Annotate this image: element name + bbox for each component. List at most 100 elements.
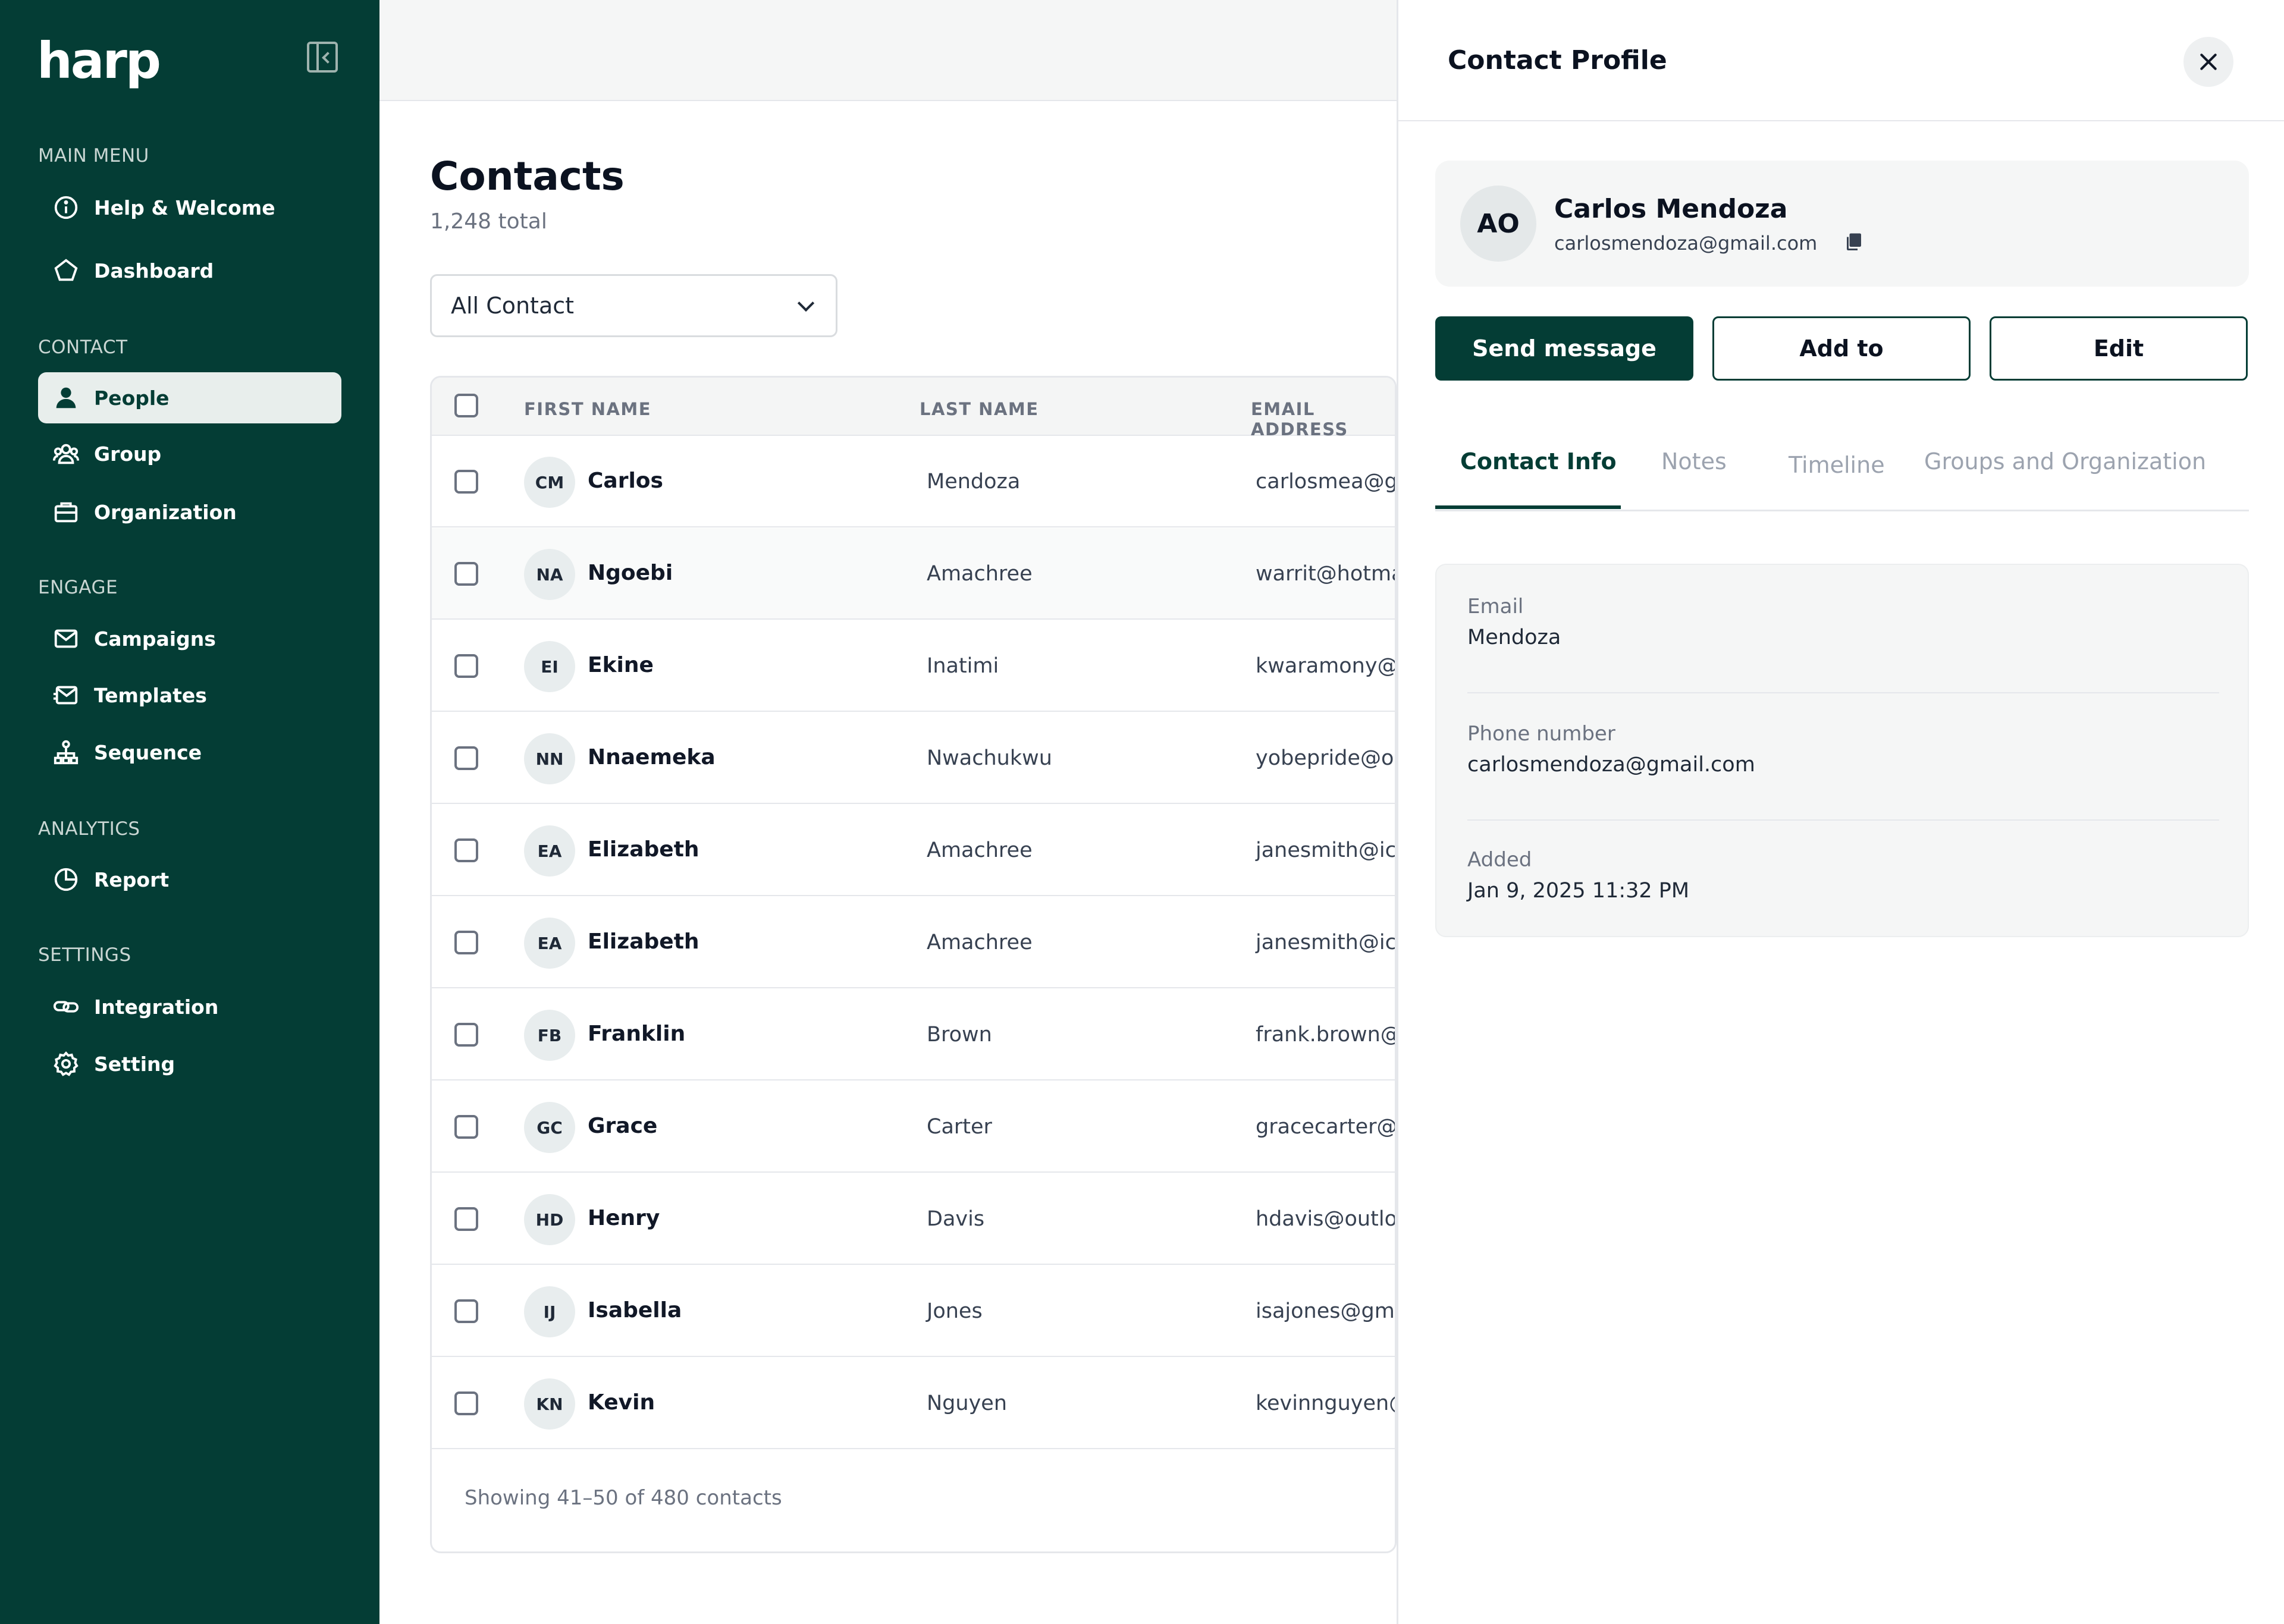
active-tab-indicator <box>1435 505 1621 509</box>
sidebar-item-campaigns[interactable]: Campaigns <box>38 613 341 664</box>
section-analytics: ANALYTICS <box>38 818 140 840</box>
info-label: Added <box>1467 848 1532 872</box>
cell-email: kevinnguyen@ <box>1256 1391 1397 1415</box>
profile-email: carlosmendoza@gmail.com <box>1554 232 1818 255</box>
avatar: EA <box>524 918 575 969</box>
cell-first-name: Henry <box>588 1206 660 1230</box>
table-row[interactable]: EA Elizabeth Amachree janesmith@iclo <box>432 805 1395 896</box>
column-email[interactable]: EMAIL ADDRESS <box>1251 399 1395 439</box>
cell-email: gracecarter@y <box>1256 1115 1397 1139</box>
send-message-button[interactable]: Send message <box>1435 316 1693 381</box>
table-row[interactable]: KN Kevin Nguyen kevinnguyen@ <box>432 1358 1395 1449</box>
table-header: FIRST NAME LAST NAME EMAIL ADDRESS <box>432 378 1395 439</box>
sidebar-item-label: Sequence <box>94 740 202 764</box>
copy-icon[interactable] <box>1843 231 1865 252</box>
cell-last-name: Amachree <box>927 931 1033 954</box>
harp-logo[interactable]: harp <box>37 36 161 86</box>
tab-contact-info[interactable]: Contact Info <box>1460 448 1617 475</box>
row-checkbox[interactable] <box>454 654 478 678</box>
tab-groups-organization[interactable]: Groups and Organization <box>1924 448 2206 475</box>
cell-first-name: Elizabeth <box>588 837 699 862</box>
avatar: EI <box>524 641 575 692</box>
table-row[interactable]: EA Elizabeth Amachree janesmith@iclo <box>432 897 1395 988</box>
sidebar-item-report[interactable]: Report <box>38 854 341 905</box>
row-checkbox[interactable] <box>454 746 478 770</box>
table-row[interactable]: FB Franklin Brown frank.brown@m <box>432 989 1395 1080</box>
cell-email: yobepride@ou <box>1256 746 1397 770</box>
column-last-name[interactable]: LAST NAME <box>920 399 1039 419</box>
table-row[interactable]: NN Nnaemeka Nwachukwu yobepride@ou <box>432 712 1395 804</box>
mail-icon <box>51 624 81 654</box>
cell-last-name: Carter <box>927 1115 992 1139</box>
row-checkbox[interactable] <box>454 1391 478 1415</box>
tab-notes[interactable]: Notes <box>1661 448 1727 475</box>
collapse-sidebar-icon[interactable] <box>307 42 338 73</box>
row-checkbox[interactable] <box>454 1023 478 1047</box>
table-row[interactable]: NA Ngoebi Amachree warrit@hotmai <box>432 528 1395 620</box>
profile-name: Carlos Mendoza <box>1554 194 1788 224</box>
sidebar-item-setting[interactable]: Setting <box>38 1038 341 1089</box>
sidebar-item-organization[interactable]: Organization <box>38 486 341 538</box>
link-icon <box>51 992 81 1022</box>
sidebar-item-people[interactable]: People <box>38 372 341 423</box>
row-checkbox[interactable] <box>454 1207 478 1231</box>
info-icon <box>51 193 81 222</box>
table-row[interactable]: EI Ekine Inatimi kwaramony@y <box>432 620 1395 712</box>
table-row[interactable]: IJ Isabella Jones isajones@gma <box>432 1265 1395 1357</box>
select-all-checkbox[interactable] <box>454 394 478 417</box>
edit-button[interactable]: Edit <box>1990 316 2248 381</box>
info-phone: Phone number carlosmendoza@gmail.com <box>1467 722 2219 821</box>
cell-first-name: Ngoebi <box>588 561 673 585</box>
info-label: Email <box>1467 595 1524 618</box>
table-row[interactable]: HD Henry Davis hdavis@outloo <box>432 1173 1395 1265</box>
sidebar-item-label: Help & Welcome <box>94 196 275 219</box>
avatar: CM <box>524 457 575 508</box>
sidebar-item-label: Setting <box>94 1052 175 1076</box>
cell-email: carlosmea@gm <box>1256 470 1397 494</box>
cell-email: janesmith@iclo <box>1256 838 1397 862</box>
sidebar-item-label: Dashboard <box>94 259 214 282</box>
section-main-menu: MAIN MENU <box>38 145 149 167</box>
avatar: HD <box>524 1194 575 1245</box>
sidebar-item-integration[interactable]: Integration <box>38 981 341 1032</box>
contacts-table: FIRST NAME LAST NAME EMAIL ADDRESS CM Car… <box>430 376 1397 1553</box>
cell-last-name: Inatimi <box>927 654 999 678</box>
row-checkbox[interactable] <box>454 931 478 954</box>
sidebar-item-group[interactable]: Group <box>38 428 341 479</box>
row-checkbox[interactable] <box>454 838 478 862</box>
cell-email: warrit@hotmai <box>1256 562 1397 586</box>
section-engage: ENGAGE <box>38 577 118 598</box>
pagination-summary: Showing 41–50 of 480 contacts <box>465 1486 782 1510</box>
cell-first-name: Ekine <box>588 653 654 677</box>
cell-email: hdavis@outloo <box>1256 1207 1397 1231</box>
row-checkbox[interactable] <box>454 1299 478 1323</box>
cell-first-name: Elizabeth <box>588 929 699 954</box>
tab-timeline[interactable]: Timeline <box>1789 452 1885 478</box>
cell-last-name: Brown <box>927 1023 992 1047</box>
sidebar-item-sequence[interactable]: Sequence <box>38 727 341 778</box>
add-to-button[interactable]: Add to <box>1712 316 1971 381</box>
table-row[interactable]: CM Carlos Mendoza carlosmea@gm <box>432 436 1395 527</box>
briefcase-icon <box>51 497 81 527</box>
contact-filter-select[interactable]: All Contact <box>430 274 837 337</box>
avatar: NA <box>524 549 575 600</box>
sidebar-item-label: Report <box>94 868 170 891</box>
row-checkbox[interactable] <box>454 1115 478 1139</box>
close-panel-button[interactable] <box>2183 37 2233 87</box>
chevron-down-icon <box>797 294 815 312</box>
row-checkbox[interactable] <box>454 562 478 586</box>
person-icon <box>51 383 81 413</box>
sidebar-item-templates[interactable]: Templates <box>38 670 341 721</box>
sidebar-item-label: People <box>94 386 170 410</box>
sidebar-item-label: Integration <box>94 995 219 1019</box>
cell-last-name: Nguyen <box>927 1391 1008 1415</box>
column-first-name[interactable]: FIRST NAME <box>524 399 651 419</box>
sidebar-item-help[interactable]: Help & Welcome <box>38 182 341 233</box>
cell-email: kwaramony@y <box>1256 654 1397 678</box>
table-row[interactable]: GC Grace Carter gracecarter@y <box>432 1081 1395 1173</box>
top-bar <box>379 0 1397 101</box>
hierarchy-icon <box>51 737 81 767</box>
cell-last-name: Jones <box>927 1299 983 1323</box>
sidebar-item-dashboard[interactable]: Dashboard <box>38 245 341 296</box>
row-checkbox[interactable] <box>454 470 478 494</box>
